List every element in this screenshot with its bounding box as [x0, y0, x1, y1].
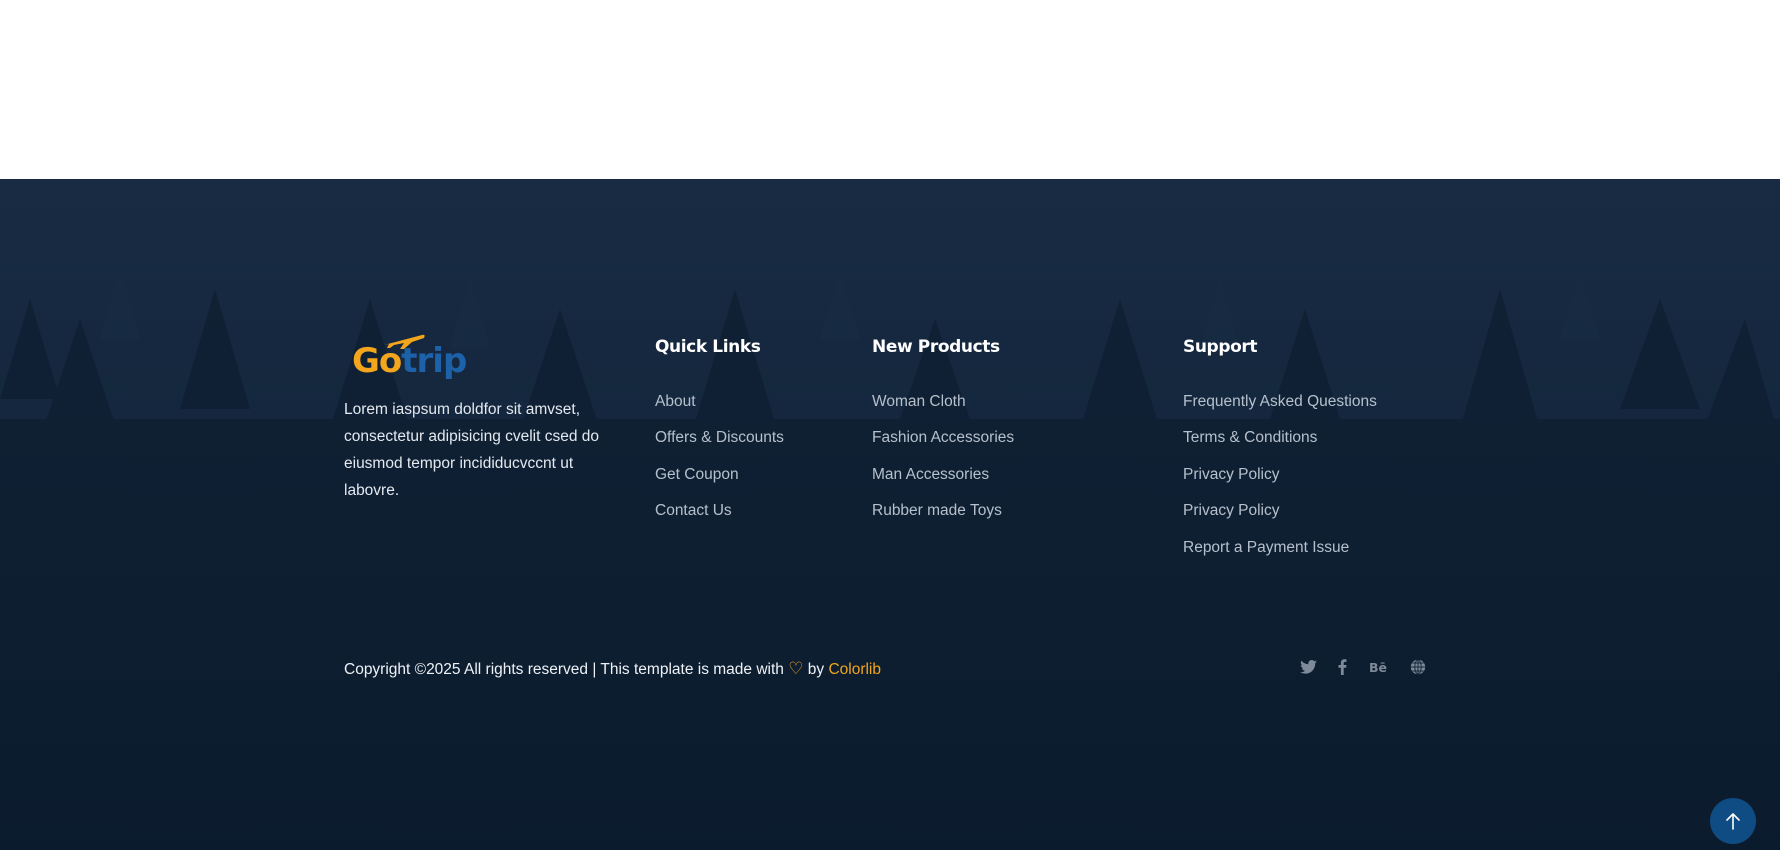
copyright-by: by: [803, 661, 829, 678]
copyright-prefix: Copyright ©2025 All rights reserved | Th…: [344, 661, 789, 678]
list-item: Fashion Accessories: [872, 429, 1014, 465]
behance-icon[interactable]: Bē: [1366, 655, 1392, 679]
footer-link-offers-discounts[interactable]: Offers & Discounts: [655, 429, 784, 446]
quick-links-list: About Offers & Discounts Get Coupon Cont…: [655, 393, 784, 539]
footer-link-faq[interactable]: Frequently Asked Questions: [1183, 393, 1377, 410]
support-title: Support: [1183, 337, 1258, 357]
list-item: Get Coupon: [655, 466, 784, 502]
list-item: Rubber made Toys: [872, 502, 1014, 538]
logo-trip-text: trip: [401, 341, 467, 381]
page-content-area: [0, 0, 1780, 179]
logo-wordmark: Gotrip: [352, 341, 467, 381]
arrow-up-icon: [1726, 813, 1740, 830]
footer-link-rubber-made-toys[interactable]: Rubber made Toys: [872, 502, 1002, 519]
footer-link-privacy-policy[interactable]: Privacy Policy: [1183, 466, 1279, 483]
list-item: Terms & Conditions: [1183, 429, 1377, 465]
list-item: Man Accessories: [872, 466, 1014, 502]
footer-about-text: Lorem iaspsum doldfor sit amvset, consec…: [344, 401, 600, 499]
footer-link-woman-cloth[interactable]: Woman Cloth: [872, 393, 966, 410]
list-item: Offers & Discounts: [655, 429, 784, 465]
logo-go-text: Go: [352, 341, 402, 381]
list-item: Report a Payment Issue: [1183, 539, 1377, 575]
list-item: Privacy Policy: [1183, 466, 1377, 502]
list-item: Privacy Policy: [1183, 502, 1377, 538]
list-item: Contact Us: [655, 502, 784, 538]
footer-link-contact-us[interactable]: Contact Us: [655, 502, 732, 519]
new-products-list: Woman Cloth Fashion Accessories Man Acce…: [872, 393, 1014, 539]
colorlib-link[interactable]: Colorlib: [828, 661, 881, 678]
footer-link-about[interactable]: About: [655, 393, 696, 410]
facebook-icon[interactable]: [1334, 655, 1350, 679]
footer-link-report-payment-issue[interactable]: Report a Payment Issue: [1183, 539, 1349, 556]
new-products-title: New Products: [872, 337, 1000, 357]
footer-link-fashion-accessories[interactable]: Fashion Accessories: [872, 429, 1014, 446]
heart-icon: ♡: [788, 659, 804, 678]
support-list: Frequently Asked Questions Terms & Condi…: [1183, 393, 1377, 575]
footer-link-man-accessories[interactable]: Man Accessories: [872, 466, 989, 483]
gotrip-logo[interactable]: Gotrip: [352, 334, 467, 387]
back-to-top-button[interactable]: [1710, 798, 1756, 844]
copyright-text: Copyright ©2025 All rights reserved | Th…: [344, 659, 881, 679]
footer-link-get-coupon[interactable]: Get Coupon: [655, 466, 739, 483]
footer-link-terms-conditions[interactable]: Terms & Conditions: [1183, 429, 1317, 446]
svg-text:Bē: Bē: [1369, 660, 1387, 674]
list-item: About: [655, 393, 784, 429]
globe-icon[interactable]: [1408, 655, 1428, 679]
list-item: Frequently Asked Questions: [1183, 393, 1377, 429]
list-item: Woman Cloth: [872, 393, 1014, 429]
site-footer: Gotrip Lorem iaspsum doldfor sit amvset,…: [0, 179, 1780, 850]
footer-link-privacy-policy-2[interactable]: Privacy Policy: [1183, 502, 1279, 519]
quick-links-title: Quick Links: [655, 337, 761, 357]
twitter-icon[interactable]: [1298, 655, 1318, 679]
